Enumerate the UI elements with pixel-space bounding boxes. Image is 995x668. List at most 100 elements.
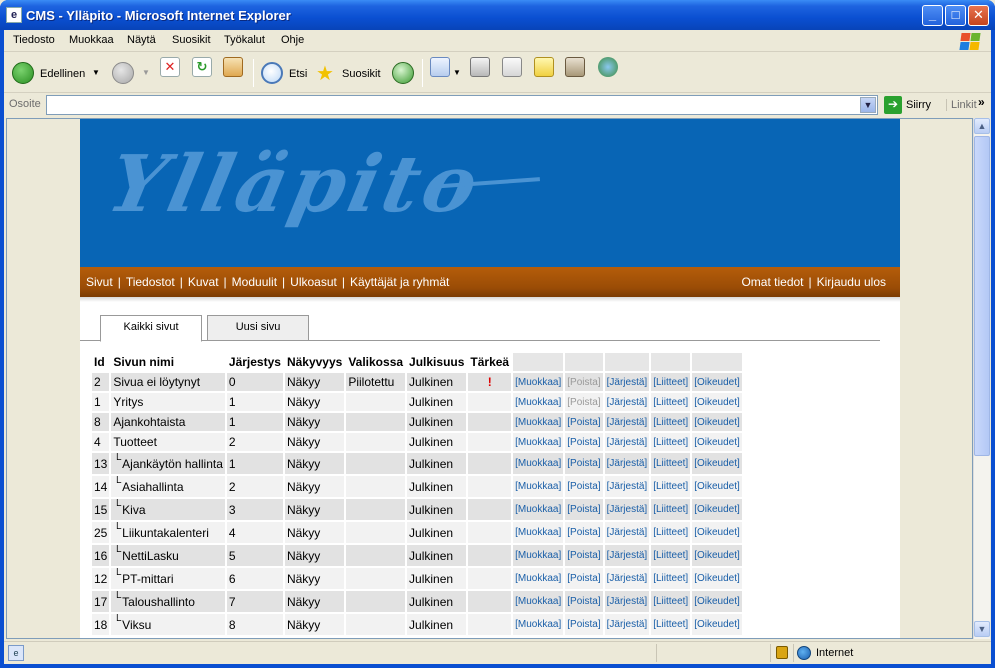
reorder-link[interactable]: [Järjestä]: [604, 499, 650, 520]
minimize-button[interactable]: _: [922, 5, 943, 26]
edit-link[interactable]: [Muokkaa]: [513, 568, 564, 589]
nav-link-files[interactable]: Tiedostot: [126, 275, 175, 289]
attachments-link[interactable]: [Liitteet]: [651, 373, 691, 391]
edit-link[interactable]: [Muokkaa]: [513, 614, 564, 635]
search-button[interactable]: Etsi: [259, 59, 311, 87]
scroll-up-icon[interactable]: ▲: [974, 118, 990, 134]
tab-all-pages[interactable]: Kaikki sivut: [100, 315, 202, 342]
edit-link[interactable]: [Muokkaa]: [513, 413, 564, 431]
messenger-icon[interactable]: [598, 57, 618, 77]
reorder-link[interactable]: [Järjestä]: [604, 413, 650, 431]
address-dropdown-icon[interactable]: ▼: [860, 97, 876, 113]
delete-link[interactable]: [Poista]: [565, 453, 603, 474]
permissions-link[interactable]: [Oikeudet]: [692, 499, 742, 520]
close-button[interactable]: ✕: [968, 5, 989, 26]
attachments-link[interactable]: [Liitteet]: [651, 614, 691, 635]
col-name[interactable]: Sivun nimi: [111, 353, 225, 371]
attachments-link[interactable]: [Liitteet]: [651, 393, 691, 411]
reorder-link[interactable]: [Järjestä]: [604, 453, 650, 474]
col-important[interactable]: Tärkeä: [468, 353, 512, 371]
attachments-link[interactable]: [Liitteet]: [651, 433, 691, 451]
reorder-link[interactable]: [Järjestä]: [604, 476, 650, 497]
forward-dropdown-icon[interactable]: ▼: [142, 68, 150, 77]
nav-link-my-info[interactable]: Omat tiedot: [741, 275, 803, 289]
attachments-link[interactable]: [Liitteet]: [651, 545, 691, 566]
delete-link[interactable]: [Poista]: [565, 413, 603, 431]
permissions-link[interactable]: [Oikeudet]: [692, 453, 742, 474]
reorder-link[interactable]: [Järjestä]: [604, 591, 650, 612]
attachments-link[interactable]: [Liitteet]: [651, 476, 691, 497]
print-icon[interactable]: [470, 57, 490, 77]
attachments-link[interactable]: [Liitteet]: [651, 568, 691, 589]
scroll-thumb[interactable]: [974, 136, 990, 456]
col-menu[interactable]: Valikossa: [346, 353, 406, 371]
edit-link[interactable]: [Muokkaa]: [513, 522, 564, 543]
go-arrow-icon[interactable]: ➔: [884, 96, 902, 114]
links-button[interactable]: Linkit: [946, 99, 977, 111]
maximize-button[interactable]: □: [945, 5, 966, 26]
reorder-link[interactable]: [Järjestä]: [604, 393, 650, 411]
nav-link-users-groups[interactable]: Käyttäjät ja ryhmät: [350, 275, 449, 289]
delete-link[interactable]: [Poista]: [565, 522, 603, 543]
nav-link-modules[interactable]: Moduulit: [232, 275, 277, 289]
permissions-link[interactable]: [Oikeudet]: [692, 373, 742, 391]
permissions-link[interactable]: [Oikeudet]: [692, 393, 742, 411]
nav-link-logout[interactable]: Kirjaudu ulos: [817, 275, 886, 289]
col-order[interactable]: Järjestys: [226, 353, 283, 371]
attachments-link[interactable]: [Liitteet]: [651, 522, 691, 543]
reorder-link[interactable]: [Järjestä]: [604, 568, 650, 589]
edit-link[interactable]: [Muokkaa]: [513, 453, 564, 474]
reorder-link[interactable]: [Järjestä]: [604, 373, 650, 391]
nav-link-images[interactable]: Kuvat: [188, 275, 219, 289]
menu-edit[interactable]: Muokkaa: [69, 34, 114, 46]
history-icon[interactable]: [392, 62, 414, 84]
scroll-down-icon[interactable]: ▼: [974, 621, 990, 637]
col-publicity[interactable]: Julkisuus: [407, 353, 467, 371]
edit-link[interactable]: [Muokkaa]: [513, 393, 564, 411]
stop-icon[interactable]: ✕: [160, 57, 180, 77]
nav-link-pages[interactable]: Sivut: [86, 275, 113, 289]
attachments-link[interactable]: [Liitteet]: [651, 453, 691, 474]
permissions-link[interactable]: [Oikeudet]: [692, 614, 742, 635]
edit-link[interactable]: [Muokkaa]: [513, 476, 564, 497]
links-chevron-icon[interactable]: »: [978, 95, 985, 109]
col-id[interactable]: Id: [92, 353, 110, 371]
delete-link[interactable]: [Poista]: [565, 433, 603, 451]
delete-link[interactable]: [Poista]: [565, 614, 603, 635]
permissions-link[interactable]: [Oikeudet]: [692, 476, 742, 497]
reorder-link[interactable]: [Järjestä]: [604, 433, 650, 451]
permissions-link[interactable]: [Oikeudet]: [692, 568, 742, 589]
go-button[interactable]: Siirry: [906, 99, 931, 111]
address-input[interactable]: [46, 95, 878, 115]
back-dropdown-icon[interactable]: ▼: [92, 68, 100, 77]
refresh-icon[interactable]: ↻: [192, 57, 212, 77]
menu-favorites[interactable]: Suosikit: [172, 34, 211, 46]
permissions-link[interactable]: [Oikeudet]: [692, 413, 742, 431]
favorites-button[interactable]: ★ Suosikit: [314, 59, 386, 87]
nav-link-layouts[interactable]: Ulkoasut: [290, 275, 337, 289]
attachments-link[interactable]: [Liitteet]: [651, 413, 691, 431]
attachments-link[interactable]: [Liitteet]: [651, 499, 691, 520]
title-bar[interactable]: e CMS - Ylläpito - Microsoft Internet Ex…: [0, 0, 995, 30]
permissions-link[interactable]: [Oikeudet]: [692, 522, 742, 543]
edit-icon[interactable]: [502, 57, 522, 77]
reorder-link[interactable]: [Järjestä]: [604, 545, 650, 566]
edit-link[interactable]: [Muokkaa]: [513, 433, 564, 451]
permissions-link[interactable]: [Oikeudet]: [692, 433, 742, 451]
delete-link[interactable]: [Poista]: [565, 499, 603, 520]
edit-link[interactable]: [Muokkaa]: [513, 373, 564, 391]
edit-link[interactable]: [Muokkaa]: [513, 499, 564, 520]
vertical-scrollbar[interactable]: ▲ ▼: [973, 118, 990, 639]
reorder-link[interactable]: [Järjestä]: [604, 522, 650, 543]
back-button[interactable]: Edellinen ▼: [10, 59, 100, 87]
delete-link[interactable]: [Poista]: [565, 545, 603, 566]
menu-view[interactable]: Näytä: [127, 34, 156, 46]
permissions-link[interactable]: [Oikeudet]: [692, 545, 742, 566]
delete-link[interactable]: [Poista]: [565, 476, 603, 497]
menu-tools[interactable]: Työkalut: [224, 34, 265, 46]
forward-button[interactable]: ▼: [110, 59, 150, 87]
reorder-link[interactable]: [Järjestä]: [604, 614, 650, 635]
home-icon[interactable]: [223, 57, 243, 77]
mail-dropdown-icon[interactable]: ▼: [453, 68, 461, 77]
menu-file[interactable]: Tiedosto: [13, 34, 55, 46]
